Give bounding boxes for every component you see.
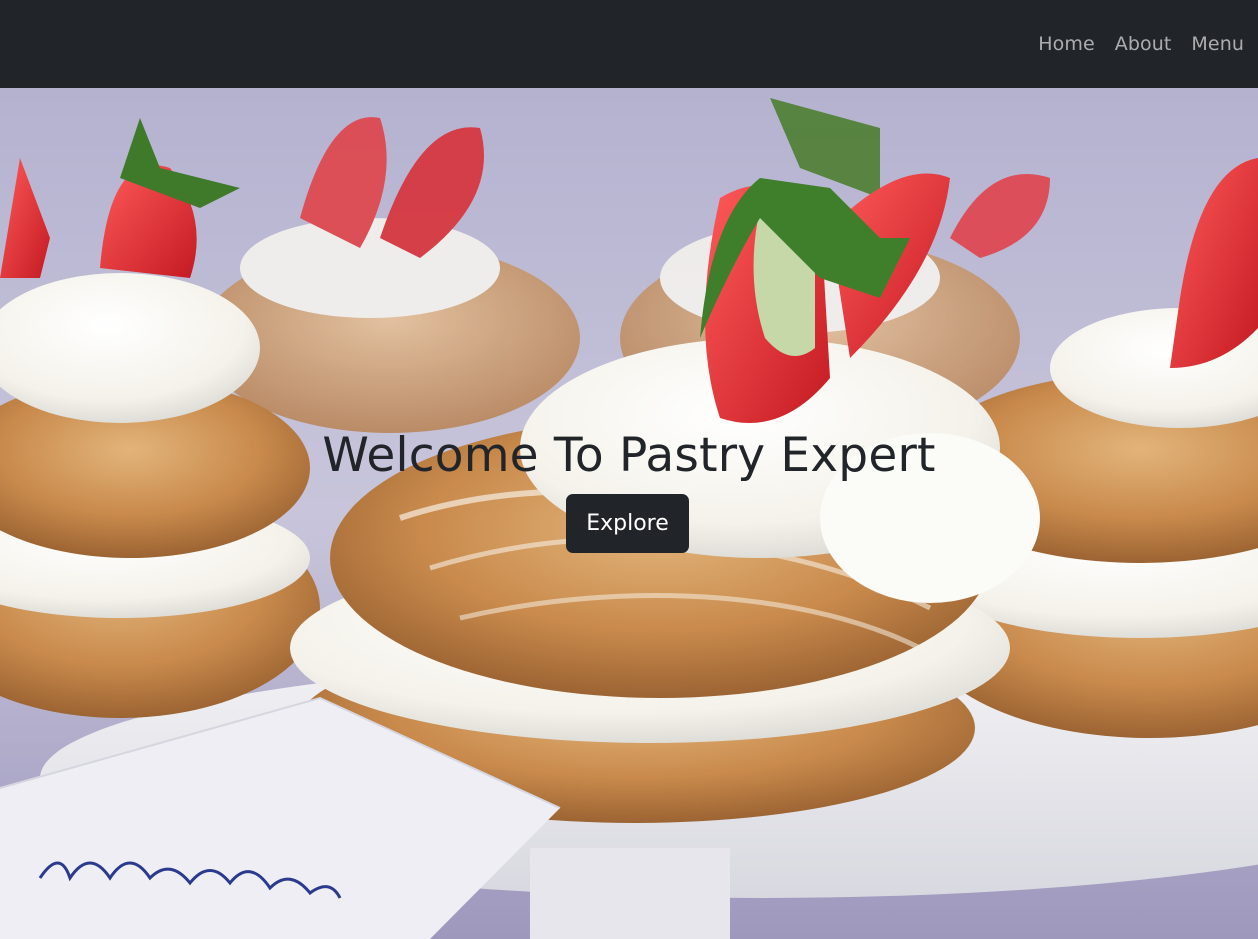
nav-link-about[interactable]: About: [1115, 33, 1172, 55]
hero-title: Welcome To Pastry Expert: [322, 428, 936, 483]
top-navbar: Home About Menu: [0, 0, 1258, 88]
explore-button[interactable]: Explore: [566, 494, 689, 553]
nav-link-menu[interactable]: Menu: [1191, 33, 1244, 55]
hero-section: Welcome To Pastry Expert Explore: [0, 88, 1258, 939]
nav-link-home[interactable]: Home: [1038, 33, 1095, 55]
